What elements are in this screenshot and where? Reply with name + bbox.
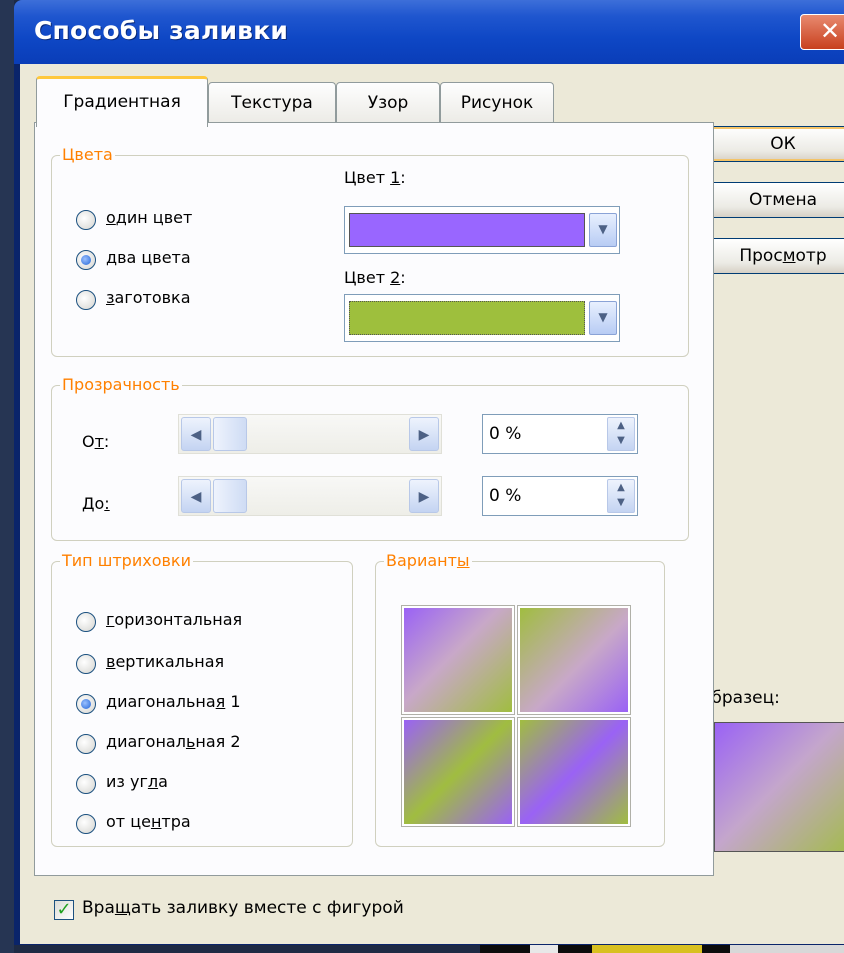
radio-from-center[interactable] — [76, 814, 96, 834]
color2-dropdown[interactable]: ▼ — [344, 294, 620, 342]
cancel-button[interactable]: Отмена — [708, 182, 844, 218]
radio-diagonal-2-label[interactable]: диагональная 2 — [106, 732, 241, 751]
radio-diagonal-1[interactable] — [76, 694, 96, 714]
cancel-button-label: Отмена — [748, 190, 818, 210]
radio-horizontal-label[interactable]: горизонтальная — [106, 610, 242, 629]
ok-button[interactable]: ОК — [708, 126, 844, 162]
radio-one-color[interactable] — [76, 210, 96, 230]
tab-picture[interactable]: Рисунок — [440, 82, 554, 123]
to-label: До: — [82, 494, 110, 513]
radio-two-colors-label[interactable]: два цвета — [106, 248, 191, 267]
color1-swatch — [349, 213, 585, 247]
desktop-background — [0, 0, 14, 953]
spin-updown-icon[interactable]: ▲ ▼ — [607, 479, 635, 513]
ok-button-label: ОК — [770, 134, 796, 154]
radio-vertical[interactable] — [76, 654, 96, 674]
shading-style-group-title: Тип штриховки — [60, 550, 193, 572]
tab-pattern[interactable]: Узор — [336, 82, 440, 123]
shading-style-group: Тип штриховки горизонтальная вертикальна… — [51, 550, 353, 847]
slider-thumb[interactable] — [213, 417, 247, 451]
from-label: От: — [82, 432, 110, 451]
close-button[interactable]: ✕ — [800, 14, 844, 50]
color1-label: Цвет 1: — [344, 168, 406, 187]
spin-updown-icon[interactable]: ▲ ▼ — [607, 417, 635, 451]
arrow-right-icon[interactable]: ▶ — [409, 479, 439, 513]
preview-button-label: Просмотр — [739, 246, 827, 266]
preview-button[interactable]: Просмотр — [708, 238, 844, 274]
arrow-left-icon[interactable]: ◀ — [181, 417, 211, 451]
slider-thumb[interactable] — [213, 479, 247, 513]
gradient-tab-panel: Цвета один цвет два цвета заготовка Цвет… — [34, 122, 714, 876]
tab-gradient[interactable]: Градиентная — [36, 76, 208, 127]
radio-preset-label[interactable]: заготовка — [106, 288, 191, 307]
color1-dropdown[interactable]: ▼ — [344, 206, 620, 254]
from-slider[interactable]: ◀ ▶ — [178, 414, 442, 454]
radio-from-center-label[interactable]: от центра — [106, 812, 191, 831]
fill-effects-dialog: Способы заливки ✕ Градиентная Текстура У… — [14, 0, 844, 945]
radio-from-corner[interactable] — [76, 774, 96, 794]
title-bar[interactable]: Способы заливки — [14, 0, 844, 64]
arrow-left-icon[interactable]: ◀ — [181, 479, 211, 513]
tab-label: Текстура — [231, 93, 313, 113]
arrow-right-icon[interactable]: ▶ — [409, 417, 439, 451]
radio-preset[interactable] — [76, 290, 96, 310]
color2-swatch — [349, 301, 585, 335]
radio-from-corner-label[interactable]: из угла — [106, 772, 168, 791]
radio-two-colors[interactable] — [76, 250, 96, 270]
tab-label: Градиентная — [63, 92, 181, 112]
from-spinbox[interactable]: 0 % ▲ ▼ — [482, 414, 638, 454]
variants-group: Варианты — [375, 550, 665, 847]
tab-label: Рисунок — [460, 93, 534, 113]
radio-one-color-label[interactable]: один цвет — [106, 208, 192, 227]
colors-group-title: Цвета — [60, 144, 115, 166]
variant-swatch[interactable] — [401, 717, 515, 827]
tab-label: Узор — [367, 93, 409, 113]
transparency-group: Прозрачность От: ◀ ▶ 0 % ▲ ▼ До: ◀ ▶ 0 %… — [51, 374, 689, 541]
variant-swatch[interactable] — [401, 605, 515, 715]
chevron-down-icon[interactable]: ▼ — [589, 213, 617, 247]
variants-group-title: Варианты — [384, 550, 472, 572]
to-value[interactable]: 0 % — [489, 486, 521, 506]
chevron-down-icon[interactable]: ▼ — [589, 301, 617, 335]
from-value[interactable]: 0 % — [489, 424, 521, 444]
dialog-client-area: Градиентная Текстура Узор Рисунок Цвета … — [20, 64, 844, 944]
color2-label: Цвет 2: — [344, 268, 406, 287]
rotate-fill-checkbox[interactable]: ✓ — [54, 900, 74, 920]
variant-swatch[interactable] — [517, 605, 631, 715]
colors-group: Цвета один цвет два цвета заготовка Цвет… — [51, 144, 689, 357]
variant-swatch[interactable] — [517, 717, 631, 827]
radio-horizontal[interactable] — [76, 612, 96, 632]
tab-texture[interactable]: Текстура — [208, 82, 336, 123]
to-spinbox[interactable]: 0 % ▲ ▼ — [482, 476, 638, 516]
rotate-fill-label[interactable]: Вращать заливку вместе с фигурой — [82, 898, 404, 918]
checkmark-icon: ✓ — [56, 899, 72, 920]
radio-diagonal-2[interactable] — [76, 734, 96, 754]
to-slider[interactable]: ◀ ▶ — [178, 476, 442, 516]
dialog-title: Способы заливки — [34, 16, 289, 45]
radio-diagonal-1-label[interactable]: диагональная 1 — [106, 692, 241, 711]
transparency-group-title: Прозрачность — [60, 374, 182, 396]
sample-preview — [714, 722, 844, 852]
radio-vertical-label[interactable]: вертикальная — [106, 652, 224, 671]
close-icon: ✕ — [819, 17, 841, 45]
